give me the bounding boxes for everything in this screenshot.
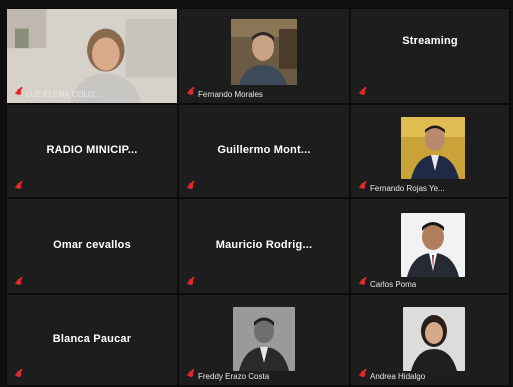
participant-label: Fernando Morales — [187, 88, 263, 100]
mic-muted-icon — [187, 183, 195, 193]
participant-tile-7[interactable]: Omar cevallos — [6, 198, 178, 294]
participant-photo — [403, 307, 465, 371]
participant-photo — [401, 213, 465, 277]
participant-label: Carlos Poma — [359, 278, 416, 290]
participant-tile-8[interactable]: Mauricio Rodrig... — [178, 198, 350, 294]
participant-label — [187, 182, 198, 194]
mic-muted-icon — [187, 279, 195, 289]
participant-tile-11[interactable]: Freddy Erazo Costa — [178, 294, 350, 386]
participant-name: Freddy Erazo Costa — [198, 371, 270, 381]
participant-name: LUZ ELENA COLO... — [26, 89, 101, 99]
participant-tile-2[interactable]: Fernando Morales — [178, 8, 350, 104]
participant-label — [15, 182, 26, 194]
participant-photo — [401, 117, 465, 179]
mic-muted-icon — [15, 89, 23, 99]
gallery-grid: LUZ ELENA COLO... Fernando Morales Strea… — [6, 8, 510, 386]
mic-muted-icon — [359, 183, 367, 193]
mic-muted-icon — [15, 183, 23, 193]
participant-name: Carlos Poma — [370, 279, 417, 289]
participant-display-name: Mauricio Rodrig... — [215, 238, 313, 251]
participant-photo — [231, 19, 297, 85]
participant-display-name: Streaming — [402, 35, 458, 47]
participant-name: Fernando Rojas Ye... — [370, 183, 445, 193]
mic-muted-icon — [359, 279, 367, 289]
participant-label — [359, 88, 370, 100]
participant-tile-9[interactable]: Carlos Poma — [350, 198, 510, 294]
participant-tile-4[interactable]: RADIO MINICIP... — [6, 104, 178, 198]
participant-label — [15, 278, 26, 290]
participant-tile-3[interactable]: Streaming — [350, 8, 510, 104]
participant-tile-12[interactable]: Andrea Hidalgo — [350, 294, 510, 386]
participant-tile-6[interactable]: Fernando Rojas Ye... — [350, 104, 510, 198]
mic-muted-icon — [359, 371, 367, 381]
participant-label — [15, 370, 26, 382]
participant-label: LUZ ELENA COLO... — [15, 88, 101, 100]
mic-muted-icon — [359, 89, 367, 99]
participant-display-name: RADIO MINICIP... — [46, 143, 138, 156]
participant-label: Fernando Rojas Ye... — [359, 182, 445, 194]
mic-muted-icon — [187, 371, 195, 381]
participant-label: Freddy Erazo Costa — [187, 370, 269, 382]
participant-tile-10[interactable]: Blanca Paucar — [6, 294, 178, 386]
participant-display-name: Omar cevallos — [53, 238, 131, 251]
participant-tile-1[interactable]: LUZ ELENA COLO... — [6, 8, 178, 104]
participant-name: Andrea Hidalgo — [370, 371, 426, 381]
mic-muted-icon — [187, 89, 195, 99]
participant-label — [187, 278, 198, 290]
mic-muted-icon — [15, 371, 23, 381]
participant-tile-5[interactable]: Guillermo Mont... — [178, 104, 350, 198]
mic-muted-icon — [15, 279, 23, 289]
participant-display-name: Guillermo Mont... — [217, 143, 311, 156]
participant-label: Andrea Hidalgo — [359, 370, 425, 382]
participant-display-name: Blanca Paucar — [52, 332, 132, 345]
participant-photo — [233, 307, 295, 371]
participant-name: Fernando Morales — [198, 89, 263, 99]
